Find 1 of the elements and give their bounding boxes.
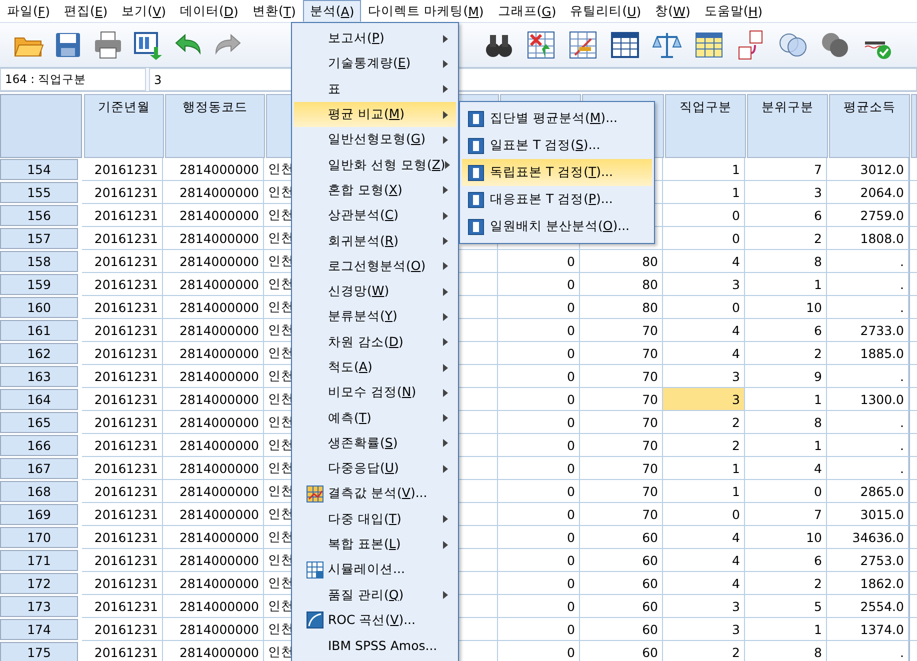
cell-reference-field: 164 : 직업구분 — [0, 68, 146, 91]
